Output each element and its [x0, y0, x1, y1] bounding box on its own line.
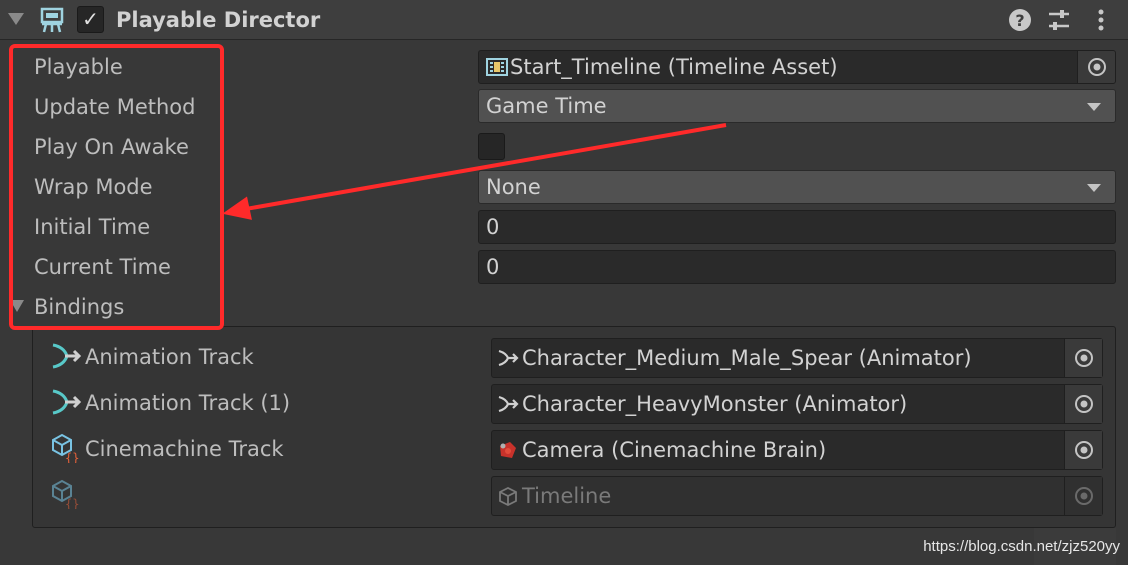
target-icon — [1075, 395, 1093, 413]
svg-text:{}: {} — [65, 497, 79, 509]
current-time-field[interactable]: 0 — [478, 250, 1116, 284]
binding-track-label: {} — [50, 479, 85, 509]
object-picker-button[interactable] — [1064, 339, 1102, 377]
svg-text:{}: {} — [65, 451, 79, 463]
chevron-down-icon — [1087, 184, 1101, 192]
object-picker-button[interactable] — [1064, 431, 1102, 469]
animation-track-icon — [52, 343, 82, 369]
wrap-mode-value: None — [486, 175, 541, 199]
object-picker-button — [1064, 477, 1102, 515]
kebab-menu-icon[interactable] — [1088, 7, 1114, 33]
target-icon — [1088, 58, 1106, 76]
binding-track-label: Animation Track — [50, 341, 254, 371]
target-icon — [1075, 487, 1093, 505]
animation-track-icon — [52, 389, 82, 415]
update-method-value: Game Time — [486, 94, 607, 118]
binding-object-field[interactable]: Camera (Cinemachine Brain) — [491, 430, 1103, 470]
target-icon — [1075, 349, 1093, 367]
playable-value: Start_Timeline (Timeline Asset) — [510, 55, 838, 79]
target-icon — [1075, 441, 1093, 459]
object-picker-button[interactable] — [1064, 385, 1102, 423]
binding-track-label: {} Cinemachine Track — [50, 433, 284, 463]
current-time-value: 0 — [486, 255, 500, 279]
animator-icon — [498, 395, 519, 413]
timeline-object-icon — [499, 486, 517, 506]
binding-object-field-disabled: Timeline — [491, 476, 1103, 516]
help-icon[interactable]: ? — [1007, 7, 1033, 33]
update-method-dropdown[interactable]: Game Time — [478, 89, 1116, 123]
binding-track-label: Animation Track (1) — [50, 387, 290, 417]
wrap-mode-dropdown[interactable]: None — [478, 170, 1116, 204]
component-header: ✓ Playable Director ? — [0, 0, 1128, 40]
play-on-awake-checkbox[interactable] — [478, 133, 505, 160]
object-picker-button[interactable] — [1077, 51, 1115, 83]
binding-object-field[interactable]: Character_HeavyMonster (Animator) — [491, 384, 1103, 424]
playable-object-field[interactable]: Start_Timeline (Timeline Asset) — [478, 50, 1116, 84]
animator-icon — [498, 349, 519, 367]
annotation-highlight-box — [9, 44, 224, 330]
chevron-down-icon — [1087, 103, 1101, 111]
cinemachine-brain-icon — [500, 442, 516, 458]
cinemachine-track-icon: {} — [52, 433, 79, 463]
component-enabled-checkbox[interactable]: ✓ — [77, 6, 104, 33]
svg-text:?: ? — [1015, 11, 1024, 30]
timeline-asset-icon — [486, 58, 508, 76]
preset-icon[interactable] — [1046, 7, 1072, 33]
initial-time-field[interactable]: 0 — [478, 210, 1116, 244]
collapse-arrow-icon[interactable] — [8, 13, 24, 25]
binding-object-field[interactable]: Character_Medium_Male_Spear (Animator) — [491, 338, 1103, 378]
component-title: Playable Director — [116, 8, 321, 32]
cinemachine-track-icon: {} — [52, 479, 79, 509]
director-icon — [40, 7, 64, 33]
watermark: https://blog.csdn.net/zjz520yy — [923, 538, 1120, 555]
initial-time-value: 0 — [486, 215, 500, 239]
